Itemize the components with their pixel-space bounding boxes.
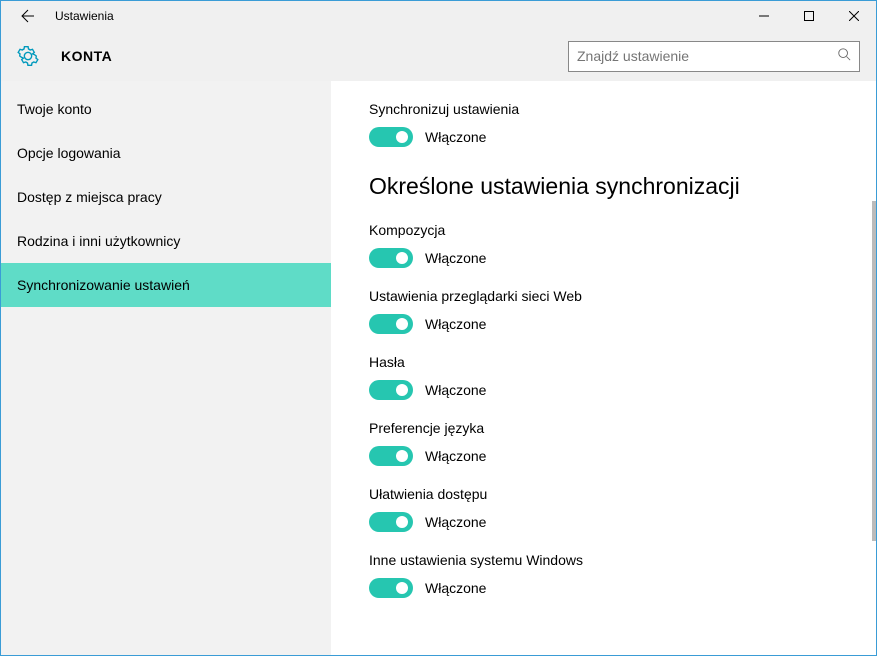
toggle-state: Włączone [425, 448, 486, 464]
toggle-knob [396, 384, 408, 396]
search-icon [837, 47, 851, 66]
toggle-row: Włączone [369, 127, 836, 147]
window-title: Ustawienia [55, 9, 114, 23]
setting-label: Hasła [369, 354, 836, 370]
sidebar: Twoje konto Opcje logowania Dostęp z mie… [1, 81, 331, 655]
setting-other-windows: Inne ustawienia systemu Windows Włączone [369, 552, 836, 598]
titlebar: Ustawienia [1, 1, 876, 31]
header-title: KONTA [61, 48, 112, 64]
scrollbar[interactable] [864, 81, 876, 655]
toggle-state: Włączone [425, 514, 486, 530]
toggle-state: Włączone [425, 129, 486, 145]
maximize-icon [804, 11, 814, 21]
toggle-accessibility[interactable] [369, 512, 413, 532]
toggle-row: Włączone [369, 314, 836, 334]
setting-label: Preferencje języka [369, 420, 836, 436]
setting-language: Preferencje języka Włączone [369, 420, 836, 466]
toggle-row: Włączone [369, 446, 836, 466]
setting-label: Inne ustawienia systemu Windows [369, 552, 836, 568]
back-button[interactable] [13, 8, 43, 24]
sidebar-item-work-access[interactable]: Dostęp z miejsca pracy [1, 175, 331, 219]
setting-label: Synchronizuj ustawienia [369, 101, 836, 117]
search-box[interactable] [568, 41, 860, 72]
toggle-knob [396, 516, 408, 528]
setting-label: Kompozycja [369, 222, 836, 238]
toggle-knob [396, 582, 408, 594]
close-button[interactable] [831, 1, 876, 31]
toggle-knob [396, 131, 408, 143]
toggle-language[interactable] [369, 446, 413, 466]
setting-sync-main: Synchronizuj ustawienia Włączone [369, 101, 836, 147]
toggle-state: Włączone [425, 382, 486, 398]
setting-passwords: Hasła Włączone [369, 354, 836, 400]
content-pane: Synchronizuj ustawienia Włączone Określo… [331, 81, 876, 655]
sidebar-item-family[interactable]: Rodzina i inni użytkownicy [1, 219, 331, 263]
toggle-row: Włączone [369, 512, 836, 532]
toggle-state: Włączone [425, 316, 486, 332]
section-heading: Określone ustawienia synchronizacji [369, 173, 836, 200]
arrow-left-icon [20, 8, 36, 24]
minimize-button[interactable] [741, 1, 786, 31]
window-controls [741, 1, 876, 31]
setting-theme: Kompozycja Włączone [369, 222, 836, 268]
setting-label: Ułatwienia dostępu [369, 486, 836, 502]
toggle-state: Włączone [425, 250, 486, 266]
toggle-theme[interactable] [369, 248, 413, 268]
setting-label: Ustawienia przeglądarki sieci Web [369, 288, 836, 304]
sidebar-item-signin-options[interactable]: Opcje logowania [1, 131, 331, 175]
toggle-knob [396, 450, 408, 462]
toggle-knob [396, 318, 408, 330]
toggle-row: Włączone [369, 248, 836, 268]
setting-browser: Ustawienia przeglądarki sieci Web Włączo… [369, 288, 836, 334]
header: KONTA [1, 31, 876, 81]
toggle-row: Włączone [369, 380, 836, 400]
sidebar-item-sync-settings[interactable]: Synchronizowanie ustawień [1, 263, 331, 307]
maximize-button[interactable] [786, 1, 831, 31]
toggle-row: Włączone [369, 578, 836, 598]
setting-accessibility: Ułatwienia dostępu Włączone [369, 486, 836, 532]
sidebar-item-account[interactable]: Twoje konto [1, 87, 331, 131]
toggle-passwords[interactable] [369, 380, 413, 400]
body: Twoje konto Opcje logowania Dostęp z mie… [1, 81, 876, 655]
close-icon [849, 11, 859, 21]
toggle-sync[interactable] [369, 127, 413, 147]
toggle-state: Włączone [425, 580, 486, 596]
gear-icon [17, 45, 39, 67]
toggle-knob [396, 252, 408, 264]
scrollbar-thumb[interactable] [872, 201, 876, 541]
toggle-browser[interactable] [369, 314, 413, 334]
toggle-other-windows[interactable] [369, 578, 413, 598]
minimize-icon [759, 11, 769, 21]
search-input[interactable] [577, 48, 837, 64]
